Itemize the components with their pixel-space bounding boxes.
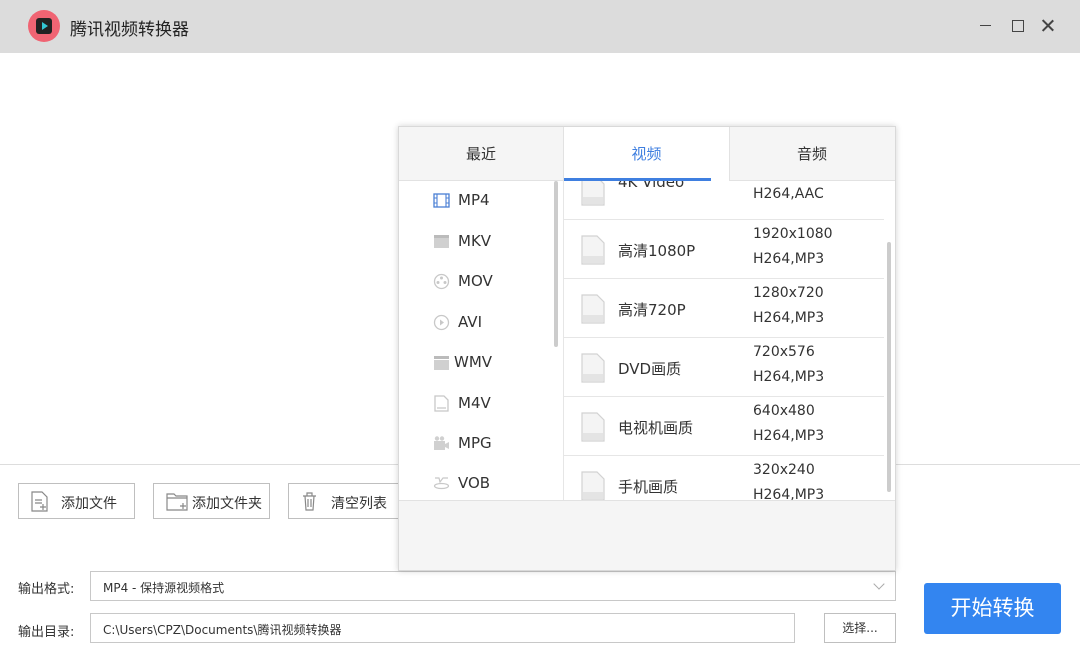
trash-icon <box>303 492 316 511</box>
preset-codec: H264,MP3 <box>753 487 825 500</box>
preset-file-icon <box>581 412 605 442</box>
format-tabs: 最近 视频 音频 <box>399 127 895 182</box>
preset-file-icon <box>581 294 605 324</box>
popup-footer <box>399 500 895 570</box>
preset-item-dvd[interactable]: DVD画质 720x576 H264,MP3 <box>564 338 884 397</box>
format-item-avi[interactable]: AVI <box>433 308 553 338</box>
browse-button[interactable]: 选择... <box>824 613 896 643</box>
preset-item-4k[interactable]: 4K Video H264,AAC <box>564 181 884 220</box>
output-format-value: MP4 - 保持源视频格式 <box>103 581 225 595</box>
preset-codec: H264,AAC <box>753 186 824 202</box>
close-icon[interactable] <box>1036 14 1060 38</box>
play-circle-icon <box>433 314 450 331</box>
add-folder-icon <box>166 493 188 511</box>
film-icon <box>433 193 450 208</box>
preset-item-1080p[interactable]: 高清1080P 1920x1080 H264,MP3 <box>564 220 884 279</box>
preset-resolution: 720x576 <box>753 344 815 360</box>
clapper-icon <box>434 235 449 248</box>
format-item-wmv[interactable]: WMV <box>433 348 553 378</box>
dvd-icon <box>433 477 450 490</box>
preset-file-icon <box>581 471 605 500</box>
format-name: MOV <box>458 272 493 290</box>
tencent-video-logo-icon <box>28 10 60 42</box>
tab-audio[interactable]: 音频 <box>729 127 894 181</box>
format-name: M4V <box>458 394 491 412</box>
format-item-vob[interactable]: VOB <box>433 469 553 499</box>
title-bar: 腾讯视频转换器 <box>0 0 1080 53</box>
preset-resolution: 640x480 <box>753 403 815 419</box>
reel-icon <box>433 273 450 290</box>
format-item-mp4[interactable]: MP4 <box>433 186 553 216</box>
output-dir-value: C:\Users\CPZ\Documents\腾讯视频转换器 <box>103 623 342 637</box>
preset-item-720p[interactable]: 高清720P 1280x720 H264,MP3 <box>564 279 884 338</box>
preset-resolution: 1920x1080 <box>753 226 833 242</box>
preset-name: 高清720P <box>618 301 686 319</box>
format-name: MP4 <box>458 191 490 209</box>
output-dir-field[interactable]: C:\Users\CPZ\Documents\腾讯视频转换器 <box>90 613 795 643</box>
format-name: VOB <box>458 474 491 492</box>
clear-list-button[interactable]: 清空列表 <box>288 483 405 519</box>
minimize-icon[interactable] <box>973 14 997 38</box>
preset-resolution: 320x240 <box>753 462 815 478</box>
add-file-label: 添加文件 <box>61 496 117 512</box>
format-item-mov[interactable]: MOV <box>433 267 553 297</box>
format-list: MP4 MKV MOV AVI WMV M4V MPG VOB <box>399 181 563 500</box>
format-item-mkv[interactable]: MKV <box>433 227 553 257</box>
format-name: MKV <box>458 232 492 250</box>
format-name: WMV <box>454 353 493 371</box>
preset-name: 高清1080P <box>618 242 696 260</box>
clapperboard-icon <box>434 356 449 370</box>
preset-codec: H264,MP3 <box>753 369 825 385</box>
add-folder-button[interactable]: 添加文件夹 <box>153 483 270 519</box>
format-item-m4v[interactable]: M4V <box>433 389 553 419</box>
preset-codec: H264,MP3 <box>753 251 825 267</box>
preset-list-scrollbar[interactable] <box>887 242 891 492</box>
chevron-down-icon <box>873 578 885 590</box>
output-format-select[interactable]: MP4 - 保持源视频格式 <box>90 571 896 601</box>
preset-list: 4K Video H264,AAC 高清1080P 1920x1080 H264… <box>564 181 895 500</box>
output-dir-label: 输出目录: <box>18 625 75 640</box>
tab-video[interactable]: 视频 <box>564 127 729 182</box>
preset-codec: H264,MP3 <box>753 310 825 326</box>
camera-icon <box>434 436 449 450</box>
preset-name: 电视机画质 <box>618 419 694 437</box>
tab-recent[interactable]: 最近 <box>399 127 564 181</box>
clear-list-label: 清空列表 <box>331 496 387 512</box>
preset-item-mobile[interactable]: 手机画质 320x240 H264,MP3 <box>564 456 884 500</box>
add-file-button[interactable]: 添加文件 <box>18 483 135 519</box>
app-title: 腾讯视频转换器 <box>70 20 189 40</box>
preset-file-icon <box>581 235 605 265</box>
format-name: AVI <box>458 313 482 331</box>
format-name: MPG <box>458 434 492 452</box>
preset-codec: H264,MP3 <box>753 428 825 444</box>
start-convert-button[interactable]: 开始转换 <box>924 583 1061 634</box>
add-file-icon <box>31 491 48 512</box>
preset-name: 手机画质 <box>618 478 679 496</box>
preset-file-icon <box>581 353 605 383</box>
maximize-icon[interactable] <box>1005 14 1029 38</box>
format-list-scrollbar[interactable] <box>554 181 558 347</box>
preset-item-tv[interactable]: 电视机画质 640x480 H264,MP3 <box>564 397 884 456</box>
output-format-label: 输出格式: <box>18 582 75 597</box>
video-file-icon <box>434 395 449 412</box>
preset-file-icon <box>581 181 605 206</box>
preset-name: 4K Video <box>618 181 685 191</box>
format-popup: 最近 视频 音频 MP4 MKV MOV AVI WMV M4V MPG VOB… <box>398 126 896 571</box>
preset-name: DVD画质 <box>618 360 682 378</box>
preset-resolution: 1280x720 <box>753 285 824 301</box>
format-item-mpg[interactable]: MPG <box>433 429 553 459</box>
add-folder-label: 添加文件夹 <box>192 496 262 512</box>
